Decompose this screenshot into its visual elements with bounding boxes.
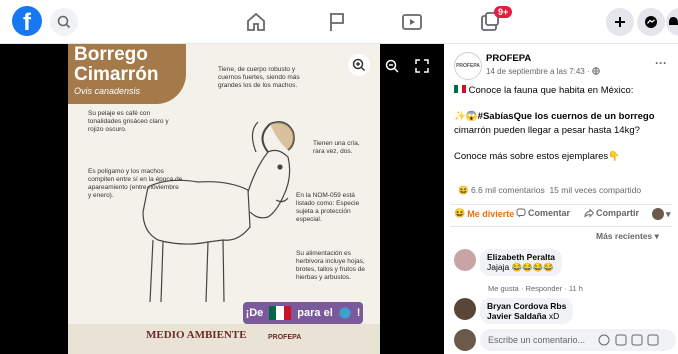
sort-label: Más recientes	[596, 231, 653, 241]
tagged-user[interactable]: Javier Saldaña	[487, 311, 547, 321]
gif-icon[interactable]	[631, 334, 643, 346]
haha-reaction-icon: 😆	[458, 185, 469, 195]
commenter-avatar[interactable]	[454, 298, 476, 320]
more-options-icon[interactable]: ···	[655, 56, 667, 70]
sticker-icon[interactable]	[647, 334, 659, 346]
commenter-name[interactable]: Elizabeth Peralta	[487, 252, 555, 262]
mexico-flag-icon	[454, 85, 466, 93]
my-avatar[interactable]	[454, 329, 476, 351]
search-icon	[57, 15, 71, 29]
zoom-out-icon[interactable]	[384, 58, 400, 74]
haha-emoji-icon: 😆	[454, 208, 466, 218]
post-stats: 😆 6.6 mil comentarios 15 mil veces compa…	[458, 185, 641, 196]
comment-icon	[516, 208, 526, 218]
reply-link[interactable]: Responder	[526, 284, 563, 293]
commenter-name[interactable]: Bryan Cordova Rbs	[487, 301, 566, 311]
poster-note-young: Tienen una cría, rara vez, dos.	[313, 140, 360, 156]
messenger-button[interactable]	[637, 8, 665, 36]
banner-text-left: ¡De	[245, 307, 264, 319]
comment-time[interactable]: 11 h	[569, 284, 583, 293]
plus-icon	[615, 17, 625, 27]
comment-sort-dropdown[interactable]: Más recientes ▾	[596, 231, 659, 242]
fullscreen-icon[interactable]	[414, 58, 430, 74]
emoji-icon[interactable]	[598, 334, 610, 346]
mexico-flag-icon	[269, 306, 292, 320]
messenger-icon	[645, 16, 657, 28]
gov-logo-text: MEDIO AMBIENTE	[146, 329, 247, 341]
poster-title-block: Borrego Cimarrón Ovis canadensis	[68, 44, 186, 104]
post-actions: 😆 Me divierte Comentar Compartir ▾	[444, 208, 678, 224]
globe-icon	[339, 307, 351, 319]
zoom-in-icon	[352, 58, 365, 71]
post-text-line3: Conoce más sobre estos ejemplares👇	[454, 151, 621, 162]
search-button[interactable]	[50, 8, 78, 36]
comment-input-placeholder: Escribe un comentario...	[488, 335, 586, 345]
poster-subtitle: Ovis canadensis	[74, 86, 141, 96]
like-comment-link[interactable]: Me gusta	[488, 284, 519, 293]
top-nav-bar: f 9+	[0, 0, 678, 44]
page-avatar[interactable]: PROFEPA	[454, 52, 482, 80]
post-text-line1: Conoce la fauna que habita en México:	[454, 84, 633, 97]
caret-down-icon: ▾	[666, 208, 671, 219]
infographic-image: Borrego Cimarrón Ovis canadensis Tiene, …	[68, 44, 380, 354]
comment-bubble: Elizabeth Peralta Jajaja 😂😂😂😂	[480, 249, 563, 276]
home-icon[interactable]	[244, 10, 268, 34]
post-timestamp[interactable]: 14 de septiembre a las 7:43 ·	[486, 67, 600, 76]
react-label: Me divierte	[467, 208, 515, 219]
notifications-button[interactable]	[666, 8, 678, 36]
comment-meta: Me gusta · Responder · 11 h	[488, 284, 583, 293]
divider	[450, 204, 672, 205]
notification-badge: 9+	[494, 6, 513, 18]
camera-icon[interactable]	[615, 334, 627, 346]
share-label: Compartir	[596, 208, 640, 218]
create-button[interactable]	[606, 8, 634, 36]
bighorn-sheep-illustration	[142, 121, 295, 303]
composer-icons	[598, 334, 659, 346]
share-icon	[584, 208, 594, 218]
comment-label: Comentar	[528, 208, 571, 218]
post-text-line2b: cimarrón pueden llegar a pesar hasta 14k…	[454, 125, 640, 136]
watch-video-icon[interactable]	[400, 10, 424, 34]
zoom-in-button[interactable]	[348, 54, 370, 76]
comment-text: xD	[548, 311, 560, 321]
poster-note-food: Su alimentación es herbívora incluye hoj…	[296, 250, 366, 282]
poster-title-line2: Cimarrón	[74, 64, 159, 85]
bell-icon	[669, 17, 678, 25]
hashtag-line[interactable]: #SabíasQue los cuernos de un borrego	[478, 111, 655, 122]
post-text-line2: ✨😱#SabíasQue los cuernos de un borrego	[454, 110, 655, 123]
banner-text-right: para el	[297, 307, 333, 319]
banner-text-end: !	[356, 307, 361, 319]
comment-count[interactable]: 6.6 mil	[471, 185, 496, 195]
user-avatar-small	[652, 208, 664, 220]
poster-note-horns: Tiene, de cuerpo robusto y cuernos fuert…	[218, 66, 300, 90]
globe-icon	[592, 67, 600, 75]
share-button[interactable]: Compartir	[584, 208, 639, 218]
poster-note-nom: En la NOM-059 está listado como: Especie…	[296, 192, 360, 224]
sparkle-icon: ✨😱	[454, 111, 478, 122]
poster-title-line1: Borrego	[74, 44, 148, 65]
chevron-down-icon: ▾	[654, 231, 659, 241]
flag-icon[interactable]	[325, 10, 349, 34]
poster-banner: ¡De para el !	[243, 302, 363, 324]
comment-text: Jajaja 😂😂😂😂	[487, 262, 554, 272]
profepa-logo-text: PROFEPA	[268, 334, 302, 341]
timestamp-text: 14 de septiembre a las 7:43 ·	[486, 67, 590, 76]
facebook-logo[interactable]: f	[12, 6, 42, 36]
post-line1-text: Conoce la fauna que habita en México:	[468, 85, 634, 96]
page-name-link[interactable]: PROFEPA	[486, 53, 531, 64]
commenter-avatar[interactable]	[454, 249, 476, 271]
comment-bubble: Bryan Cordova Rbs Javier Saldaña xD	[480, 298, 574, 324]
comments-label[interactable]: comentarios	[498, 185, 544, 195]
shares-count[interactable]: 15 mil veces compartido	[549, 185, 641, 195]
react-button[interactable]: 😆 Me divierte	[454, 208, 514, 219]
divider	[450, 226, 672, 227]
audience-selector[interactable]: ▾	[652, 208, 671, 220]
comment-button[interactable]: Comentar	[516, 208, 570, 218]
